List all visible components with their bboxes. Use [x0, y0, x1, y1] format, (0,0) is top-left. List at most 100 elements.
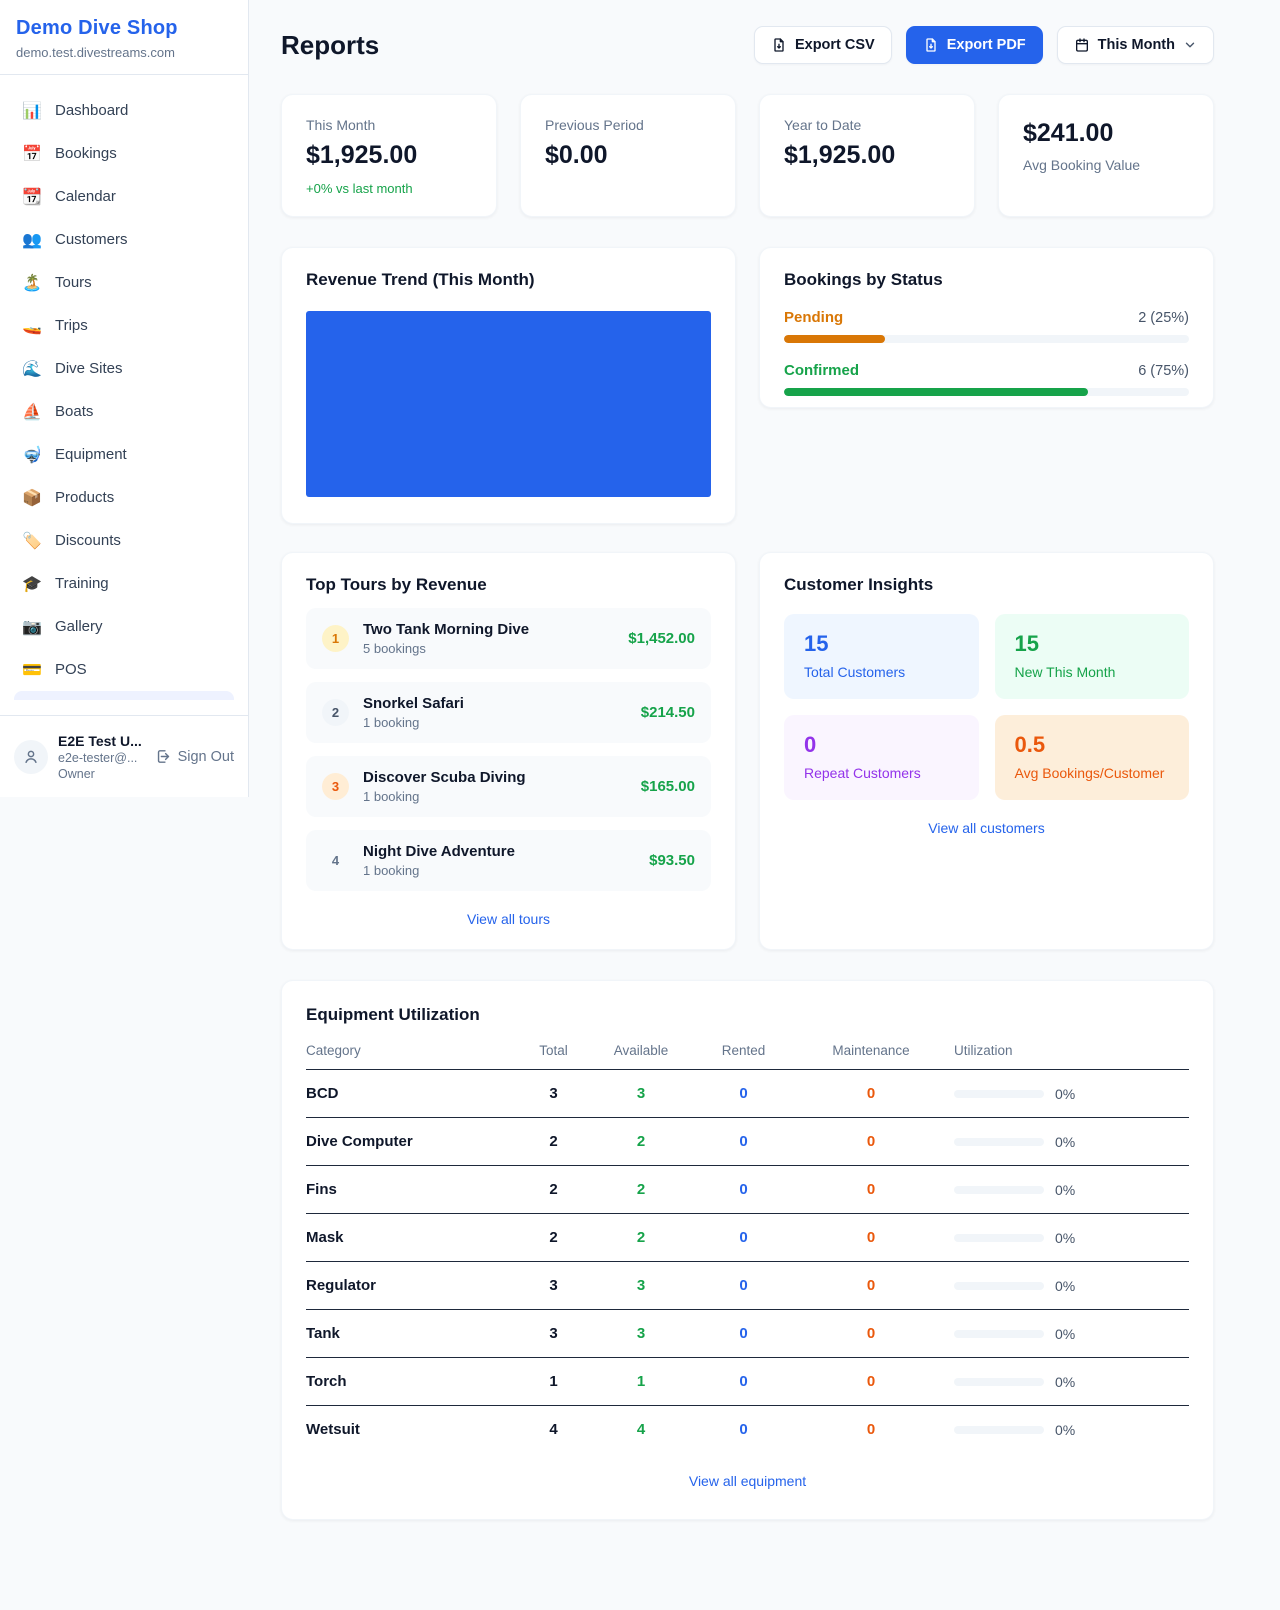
- diving-mask-icon: 🤿: [22, 445, 42, 465]
- stat-cards: This Month $1,925.00 +0% vs last month P…: [281, 94, 1214, 217]
- view-all-customers-link[interactable]: View all customers: [784, 820, 1189, 836]
- wave-icon: 🌊: [22, 359, 42, 379]
- package-icon: 📦: [22, 488, 42, 508]
- revenue-trend-title: Revenue Trend (This Month): [306, 270, 711, 290]
- sidebar-item-calendar[interactable]: 📆Calendar: [12, 175, 236, 218]
- rank-badge: 1: [322, 625, 349, 652]
- table-row: Mask 2 2 0 0 0%: [306, 1214, 1189, 1262]
- rank-badge: 4: [322, 847, 349, 874]
- tour-row[interactable]: 4 Night Dive Adventure1 booking $93.50: [306, 830, 711, 891]
- sidebar-item-customers[interactable]: 👥Customers: [12, 218, 236, 261]
- customer-insights-title: Customer Insights: [784, 575, 1189, 595]
- charts-row: Revenue Trend (This Month) Bookings by S…: [281, 247, 1214, 524]
- sidebar-item-tours[interactable]: 🏝️Tours: [12, 261, 236, 304]
- stat-card-this-month: This Month $1,925.00 +0% vs last month: [281, 94, 497, 217]
- bookings-by-status-title: Bookings by Status: [784, 270, 1189, 290]
- file-download-icon: [771, 37, 787, 53]
- brand-name: Demo Dive Shop: [16, 17, 232, 40]
- revenue-bar-chart: [306, 311, 711, 497]
- avatar: [14, 740, 48, 774]
- utilization-bar: [954, 1330, 1044, 1338]
- header-actions: Export CSV Export PDF This Month: [754, 26, 1214, 64]
- tag-icon: 🏷️: [22, 531, 42, 551]
- table-row: Fins 2 2 0 0 0%: [306, 1166, 1189, 1214]
- table-row: Tank 3 3 0 0 0%: [306, 1310, 1189, 1358]
- user-name: E2E Test U...: [58, 733, 145, 749]
- sidebar-item-trips[interactable]: 🚤Trips: [12, 304, 236, 347]
- sidebar-item-bookings[interactable]: 📅Bookings: [12, 132, 236, 175]
- sidebar: Demo Dive Shop demo.test.divestreams.com…: [0, 0, 249, 797]
- table-row: Torch 1 1 0 0 0%: [306, 1358, 1189, 1406]
- top-tours-card: Top Tours by Revenue 1 Two Tank Morning …: [281, 552, 736, 950]
- people-icon: 👥: [22, 230, 42, 250]
- export-csv-button[interactable]: Export CSV: [754, 26, 892, 64]
- insights-row: Top Tours by Revenue 1 Two Tank Morning …: [281, 552, 1214, 950]
- stat-card-avg-booking-value: $241.00 Avg Booking Value: [998, 94, 1214, 217]
- tour-row[interactable]: 2 Snorkel Safari1 booking $214.50: [306, 682, 711, 743]
- utilization-bar: [954, 1186, 1044, 1194]
- rank-badge: 2: [322, 699, 349, 726]
- file-download-icon: [923, 37, 939, 53]
- status-row-pending: Pending 2 (25%): [784, 309, 1189, 343]
- stat-card-previous-period: Previous Period $0.00: [520, 94, 736, 217]
- progress-track: [784, 335, 1189, 343]
- utilization-bar: [954, 1282, 1044, 1290]
- main-content: Reports Export CSV Export PDF This Month…: [249, 0, 1280, 1560]
- sign-out-button[interactable]: Sign Out: [155, 748, 234, 765]
- period-dropdown[interactable]: This Month: [1057, 26, 1214, 64]
- sidebar-item-discounts[interactable]: 🏷️Discounts: [12, 519, 236, 562]
- progress-track: [784, 388, 1189, 396]
- sidebar-item-equipment[interactable]: 🤿Equipment: [12, 433, 236, 476]
- sidebar-item-boats[interactable]: ⛵Boats: [12, 390, 236, 433]
- utilization-bar: [954, 1138, 1044, 1146]
- sailboat-icon: ⛵: [22, 402, 42, 422]
- person-icon: [22, 748, 40, 766]
- page-header: Reports Export CSV Export PDF This Month: [281, 26, 1214, 64]
- bookings-by-status-card: Bookings by Status Pending 2 (25%) Confi…: [759, 247, 1214, 408]
- utilization-bar: [954, 1234, 1044, 1242]
- calendar-icon: [1074, 37, 1090, 53]
- brand: Demo Dive Shop demo.test.divestreams.com: [0, 0, 248, 75]
- table-row: Dive Computer 2 2 0 0 0%: [306, 1118, 1189, 1166]
- equipment-utilization-card: Equipment Utilization Category Total Ava…: [281, 980, 1214, 1520]
- credit-card-icon: 💳: [22, 660, 42, 680]
- tour-row[interactable]: 3 Discover Scuba Diving1 booking $165.00: [306, 756, 711, 817]
- progress-fill: [784, 388, 1088, 396]
- top-tours-title: Top Tours by Revenue: [306, 575, 711, 595]
- export-pdf-button[interactable]: Export PDF: [906, 26, 1043, 64]
- utilization-bar: [954, 1378, 1044, 1386]
- table-header: Category Total Available Rented Maintena…: [306, 1043, 1189, 1070]
- speedboat-icon: 🚤: [22, 316, 42, 336]
- rank-badge: 3: [322, 773, 349, 800]
- sidebar-nav: 📊Dashboard 📅Bookings 📆Calendar 👥Customer…: [0, 75, 248, 715]
- chevron-down-icon: [1183, 38, 1197, 52]
- sidebar-item-dive-sites[interactable]: 🌊Dive Sites: [12, 347, 236, 390]
- page-title: Reports: [281, 30, 379, 61]
- calendar-icon: 📅: [22, 144, 42, 164]
- user-role: Owner: [58, 767, 145, 781]
- user-info: E2E Test U... e2e-tester@... Owner: [58, 733, 145, 781]
- sidebar-item-pos[interactable]: 💳POS: [12, 648, 236, 691]
- camera-icon: 📷: [22, 617, 42, 637]
- user-panel: E2E Test U... e2e-tester@... Owner Sign …: [0, 715, 248, 797]
- sidebar-item-training[interactable]: 🎓Training: [12, 562, 236, 605]
- logout-icon: [155, 748, 172, 765]
- stat-card-year-to-date: Year to Date $1,925.00: [759, 94, 975, 217]
- sidebar-item-reports-partial[interactable]: [14, 691, 234, 700]
- tile-total-customers: 15 Total Customers: [784, 614, 979, 699]
- stat-delta: +0% vs last month: [306, 181, 472, 196]
- equipment-utilization-title: Equipment Utilization: [306, 1005, 1189, 1025]
- view-all-tours-link[interactable]: View all tours: [306, 911, 711, 927]
- sidebar-item-dashboard[interactable]: 📊Dashboard: [12, 89, 236, 132]
- view-all-equipment-link[interactable]: View all equipment: [306, 1473, 1189, 1489]
- table-row: Wetsuit 4 4 0 0 0%: [306, 1406, 1189, 1453]
- tile-new-this-month: 15 New This Month: [995, 614, 1190, 699]
- tour-row[interactable]: 1 Two Tank Morning Dive5 bookings $1,452…: [306, 608, 711, 669]
- utilization-bar: [954, 1090, 1044, 1098]
- table-row: BCD 3 3 0 0 0%: [306, 1070, 1189, 1118]
- sidebar-item-gallery[interactable]: 📷Gallery: [12, 605, 236, 648]
- bar-chart-icon: 📊: [22, 101, 42, 121]
- status-row-confirmed: Confirmed 6 (75%): [784, 362, 1189, 396]
- sidebar-item-products[interactable]: 📦Products: [12, 476, 236, 519]
- insights-grid: 15 Total Customers 15 New This Month 0 R…: [784, 614, 1189, 800]
